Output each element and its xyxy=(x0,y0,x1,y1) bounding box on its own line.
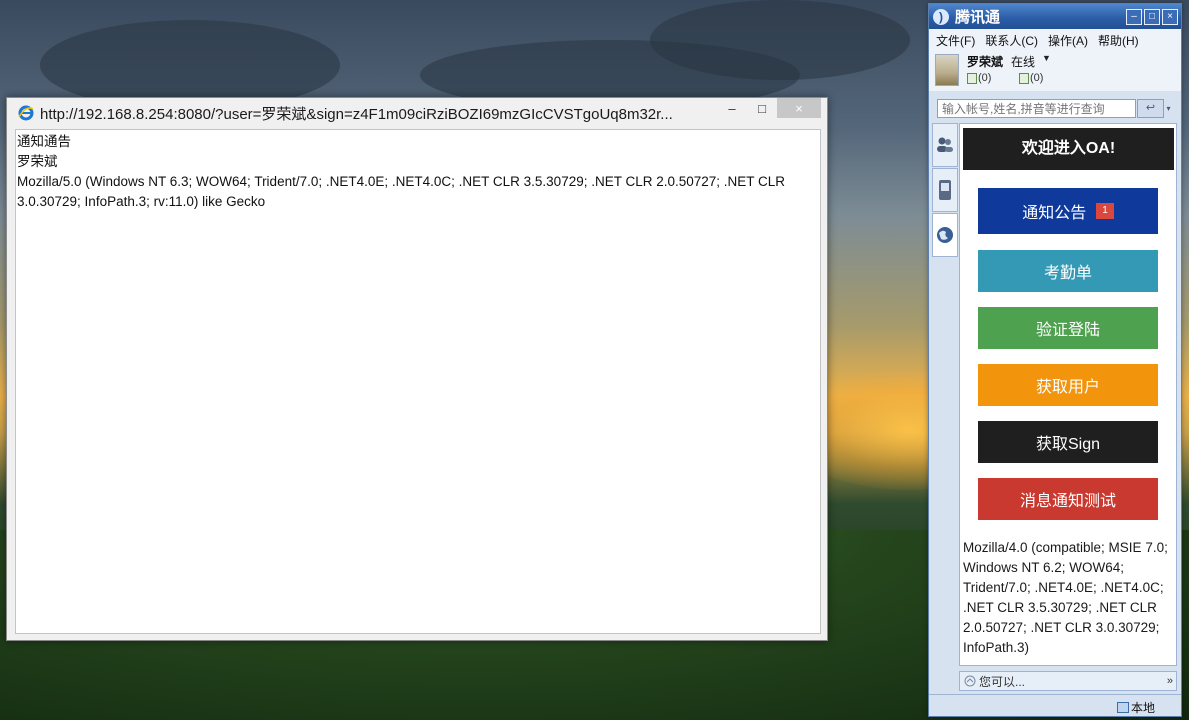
rtx-side-tabs xyxy=(932,123,958,258)
notice-button-label: 通知公告 xyxy=(1022,205,1087,222)
oa-panel: 欢迎进入OA! 通知公告 1 考勤单 验证登陆 获取用户 获取Sign 消息通知… xyxy=(959,123,1177,666)
user-agent-text: Mozilla/4.0 (compatible; MSIE 7.0; Windo… xyxy=(963,540,1168,655)
search-input[interactable] xyxy=(937,99,1136,118)
rtx-maximize-button[interactable]: □ xyxy=(1144,8,1160,25)
phone-icon xyxy=(939,180,951,200)
notice-badge: 1 xyxy=(1096,203,1114,219)
ie-logo-icon xyxy=(17,104,35,122)
computer-icon xyxy=(1116,702,1129,713)
tab-web-app[interactable] xyxy=(932,213,958,257)
tab-mobile[interactable] xyxy=(932,168,958,212)
local-label: 本地 xyxy=(1130,701,1155,715)
user-agent-text: Mozilla/5.0 (Windows NT 6.3; WOW64; Trid… xyxy=(17,174,786,209)
search-enter-button[interactable]: ↩ xyxy=(1137,99,1164,118)
close-button[interactable]: × xyxy=(777,98,821,118)
message-counter[interactable]: (0) xyxy=(967,72,991,84)
chevron-down-icon[interactable]: ▼ xyxy=(1042,53,1051,63)
rtx-search-bar: ↩ ▾ xyxy=(937,99,1174,118)
rtx-minimize-button[interactable]: – xyxy=(1126,8,1142,25)
message-count: (0) xyxy=(978,72,992,84)
chevron-up-icon xyxy=(964,675,976,687)
menu-actions[interactable]: 操作(A) xyxy=(1048,32,1088,49)
browser-titlebar[interactable]: http://192.168.8.254:8080/?user=罗荣斌&sign… xyxy=(7,98,827,128)
browser-content: 通知通告 罗荣斌 Mozilla/5.0 (Windows NT 6.3; WO… xyxy=(15,129,821,634)
rtx-user-panel: 罗荣斌 在线 ▼ (0) (0) xyxy=(929,51,1181,91)
notice-counter[interactable]: (0) xyxy=(1019,72,1043,84)
contacts-icon xyxy=(937,137,953,152)
menu-help[interactable]: 帮助(H) xyxy=(1098,32,1139,49)
search-dropdown-icon[interactable]: ▾ xyxy=(1164,99,1173,118)
rtx-logo-icon: ) xyxy=(933,8,949,25)
attendance-button[interactable]: 考勤单 xyxy=(978,250,1158,292)
browser-window: http://192.168.8.254:8080/?user=罗荣斌&sign… xyxy=(6,97,828,641)
notice-button[interactable]: 通知公告 1 xyxy=(978,188,1158,234)
maximize-button[interactable]: □ xyxy=(747,98,777,118)
notice-count: (0) xyxy=(1030,72,1044,84)
notice-title-text: 通知通告 xyxy=(17,134,71,149)
notice-icon xyxy=(1019,72,1029,84)
menu-file[interactable]: 文件(F) xyxy=(936,32,975,49)
rtx-title: 腾讯通 xyxy=(955,9,1001,26)
you-can-label: 您可以... xyxy=(979,674,1026,689)
tab-contacts[interactable] xyxy=(932,123,958,167)
rtx-username: 罗荣斌 xyxy=(967,55,1004,69)
expand-more-icon[interactable]: » xyxy=(1167,675,1176,687)
avatar[interactable] xyxy=(935,54,959,86)
status-selector[interactable]: 在线 xyxy=(1011,53,1035,70)
get-user-button[interactable]: 获取用户 xyxy=(978,364,1158,406)
rtx-you-can-bar[interactable]: 您可以... » xyxy=(959,671,1177,691)
oa-header: 欢迎进入OA! xyxy=(963,128,1174,170)
browser-title: http://192.168.8.254:8080/?user=罗荣斌&sign… xyxy=(40,105,673,123)
rtx-menubar: 文件(F) 联系人(C) 操作(A) 帮助(H) xyxy=(929,29,1181,51)
get-sign-button[interactable]: 获取Sign xyxy=(978,421,1158,463)
rtx-titlebar[interactable]: ) 腾讯通 – □ × xyxy=(929,4,1181,29)
rtx-window: ) 腾讯通 – □ × 文件(F) 联系人(C) 操作(A) 帮助(H) 罗荣斌… xyxy=(928,3,1182,717)
message-icon xyxy=(967,72,977,84)
globe-icon xyxy=(937,227,953,243)
rtx-close-button[interactable]: × xyxy=(1162,8,1178,25)
username-text: 罗荣斌 xyxy=(17,154,58,169)
local-mode-indicator[interactable]: 本地 xyxy=(1116,699,1155,716)
verify-login-button[interactable]: 验证登陆 xyxy=(978,307,1158,349)
message-test-button[interactable]: 消息通知测试 xyxy=(978,478,1158,520)
menu-contacts[interactable]: 联系人(C) xyxy=(985,32,1038,49)
rtx-statusbar: 本地 xyxy=(929,694,1181,716)
minimize-button[interactable]: – xyxy=(717,98,747,118)
